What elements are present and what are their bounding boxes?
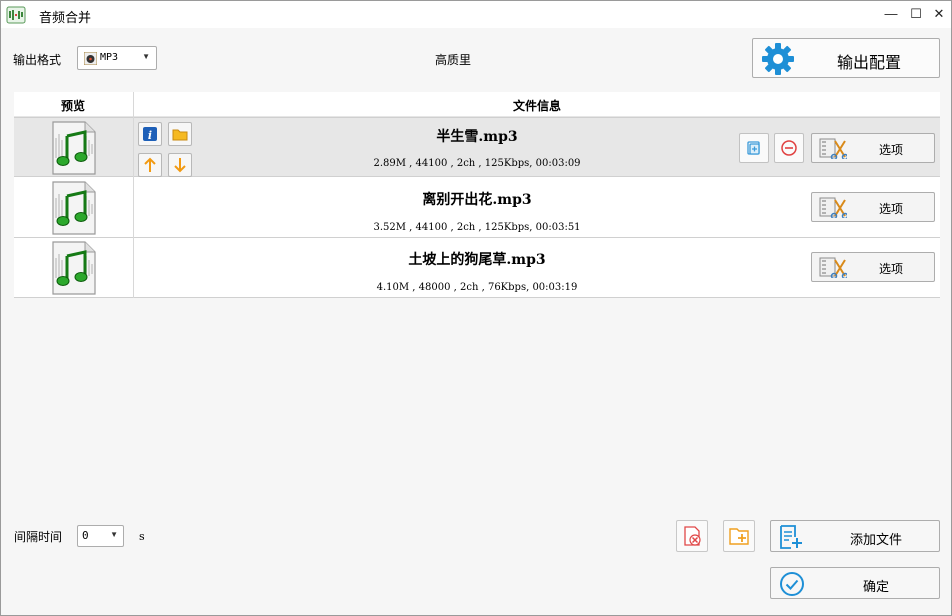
output-format-select[interactable]: MP3 ▼ [77, 46, 157, 70]
file-name: 半生雪.mp3 [436, 129, 518, 145]
confirm-label: 确定 [863, 579, 890, 594]
output-config-button[interactable]: 输出配置 [752, 38, 940, 78]
quality-text: 高质里 [435, 53, 472, 67]
mp3-format-icon [84, 52, 97, 65]
table-row[interactable]: i 半生雪.mp3 2.89M , 44100 , 2ch , 125Kbps,… [14, 117, 940, 177]
options-button[interactable]: 选项 [811, 133, 935, 163]
file-table: 预览 文件信息 i 半生雪.mp3 2.89M , 44100 , 2ch , … [14, 92, 940, 298]
output-format-value: MP3 [100, 52, 119, 63]
options-label: 选项 [879, 262, 904, 276]
add-file-button[interactable]: 添加文件 [770, 520, 940, 552]
file-info: 3.52M , 44100 , 2ch , 125Kbps, 00:03:51 [373, 222, 581, 233]
add-file-icon [780, 525, 802, 549]
chevron-down-icon: ▼ [142, 52, 150, 61]
output-format-label: 输出格式 [13, 53, 62, 67]
file-name: 离别开出花.mp3 [422, 192, 532, 208]
duplicate-button[interactable] [739, 133, 769, 163]
clear-list-button[interactable] [676, 520, 708, 552]
output-config-label: 输出配置 [837, 55, 902, 72]
options-button[interactable]: 选项 [811, 252, 935, 282]
gear-icon [762, 43, 794, 75]
file-name: 土坡上的狗尾草.mp3 [408, 252, 546, 268]
options-label: 选项 [879, 143, 904, 157]
close-button[interactable]: ✕ [929, 5, 949, 23]
interval-label: 间隔时间 [14, 530, 63, 544]
maximize-button[interactable]: ☐ [906, 5, 926, 23]
table-row[interactable]: 土坡上的狗尾草.mp3 4.10M , 48000 , 2ch , 76Kbps… [14, 238, 940, 298]
options-button[interactable]: 选项 [811, 192, 935, 222]
window-title: 音频合并 [39, 10, 92, 25]
file-info: 4.10M , 48000 , 2ch , 76Kbps, 00:03:19 [376, 282, 578, 293]
file-info: 2.89M , 44100 , 2ch , 125Kbps, 00:03:09 [373, 158, 581, 169]
edit-clip-icon [819, 137, 847, 159]
table-header: 预览 文件信息 [14, 92, 940, 117]
column-divider [133, 92, 134, 298]
edit-clip-icon [819, 256, 847, 278]
preview-header: 预览 [61, 99, 86, 113]
add-folder-button[interactable] [723, 520, 755, 552]
remove-button[interactable] [774, 133, 804, 163]
clear-list-icon [684, 526, 701, 546]
file-info-header: 文件信息 [513, 99, 562, 113]
add-file-label: 添加文件 [850, 532, 903, 547]
title-bar: 音频合并 — ☐ ✕ [1, 1, 951, 28]
chevron-down-icon: ▼ [110, 530, 118, 539]
interval-unit: s [139, 530, 145, 543]
interval-value: 0 [82, 529, 89, 542]
music-file-icon [49, 180, 97, 236]
confirm-check-icon [780, 572, 804, 596]
music-file-icon [49, 240, 97, 296]
options-label: 选项 [879, 202, 904, 216]
edit-clip-icon [819, 196, 847, 218]
interval-select[interactable]: 0 ▼ [77, 525, 124, 547]
audio-merge-icon [6, 6, 26, 24]
table-row[interactable]: 离别开出花.mp3 3.52M , 44100 , 2ch , 125Kbps,… [14, 178, 940, 238]
copy-icon [747, 141, 760, 155]
remove-icon [781, 140, 797, 156]
audio-merge-window: 音频合并 — ☐ ✕ 输出格式 MP3 ▼ 高质里 输出配置 预览 文件信息 i… [0, 0, 952, 616]
music-file-icon [49, 120, 97, 176]
open-folder-icon [729, 528, 749, 545]
minimize-button[interactable]: — [881, 5, 901, 23]
confirm-button[interactable]: 确定 [770, 567, 940, 599]
